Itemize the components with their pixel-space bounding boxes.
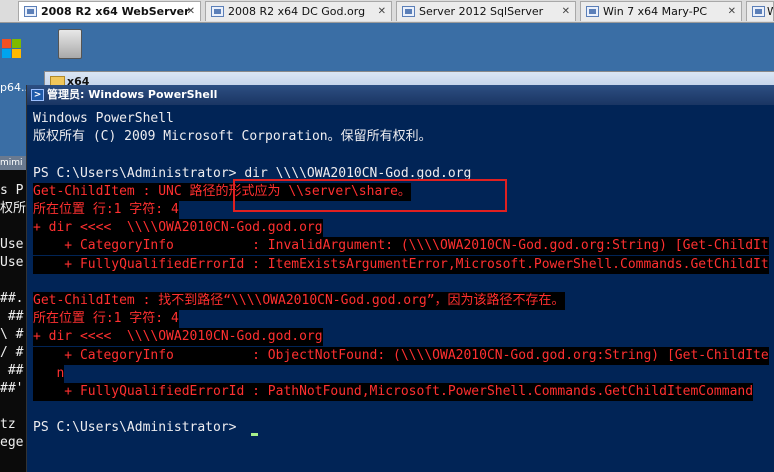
powershell-titlebar[interactable]: > 管理员: Windows PowerShell — [27, 85, 774, 105]
background-console-line: tz — [0, 417, 16, 432]
console-line: Windows PowerShell — [33, 111, 174, 126]
powershell-title: 管理员: Windows PowerShell — [47, 88, 218, 101]
background-console-line — [0, 398, 26, 416]
background-console-line — [0, 272, 26, 290]
powershell-icon: > — [31, 89, 44, 101]
background-console-line: \ # — [0, 327, 24, 342]
vm-icon — [752, 6, 765, 17]
tab-2008-r2-dc[interactable]: 2008 R2 x64 DC God.org ✕ — [205, 1, 392, 21]
tab-label: W — [767, 5, 773, 18]
background-console-line: ## — [0, 363, 24, 378]
background-console-line: s P — [0, 183, 24, 198]
error-line: + dir <<<< \\\\OWA2010CN-God.god.org — [33, 328, 323, 347]
tab-label: Win 7 x64 Mary-PC — [603, 5, 708, 18]
error-line: Get-ChildItem : 找不到路径“\\\\OWA2010CN-God.… — [33, 292, 565, 310]
close-icon[interactable]: ✕ — [562, 2, 570, 21]
powershell-window[interactable]: > 管理员: Windows PowerShell Windows PowerS… — [26, 85, 774, 472]
console-line: 版权所有 (C) 2009 Microsoft Corporation。保留所有… — [33, 129, 432, 145]
error-line: + FullyQualifiedErrorId : ItemExistsArgu… — [33, 255, 769, 274]
tab-server-2012-sqlserver[interactable]: Server 2012 SqlServer ✕ — [396, 1, 576, 21]
command-highlight-box — [233, 179, 507, 212]
vm-icon — [211, 6, 224, 17]
background-console-line: / # — [0, 345, 24, 360]
background-console-line: Use — [0, 255, 24, 270]
console-line: PS C:\Users\Administrator> — [33, 420, 245, 436]
error-line: + FullyQualifiedErrorId : PathNotFound,M… — [33, 383, 754, 401]
tab-win7-mary-pc[interactable]: Win 7 x64 Mary-PC ✕ — [580, 1, 742, 21]
close-icon[interactable]: ✕ — [378, 2, 386, 21]
tab-label: 2008 R2 x64 DC God.org — [228, 5, 366, 18]
close-icon[interactable]: ✕ — [728, 2, 736, 21]
background-console-line: ##' — [0, 381, 24, 396]
error-line: + dir <<<< \\\\OWA2010CN-God.god.org — [33, 219, 323, 238]
background-console-text: s P 权所 Use Use ##. ## \ # / # ## ##' tz ege — [0, 182, 26, 452]
vm-icon — [586, 6, 599, 17]
vm-icon — [402, 6, 415, 17]
background-console-line: Use — [0, 237, 24, 252]
tab-label: 2008 R2 x64 WebServer — [41, 5, 190, 18]
error-line: n — [33, 364, 65, 383]
console-output[interactable]: Windows PowerShell 版权所有 (C) 2009 Microsof… — [33, 110, 774, 472]
background-console-line: 权所 — [0, 201, 27, 216]
text-cursor — [251, 433, 258, 437]
error-line: + CategoryInfo : InvalidArgument: (\\\\O… — [33, 237, 769, 256]
background-console-line — [0, 218, 26, 236]
error-line: + CategoryInfo : ObjectNotFound: (\\\\OW… — [33, 346, 769, 365]
vm-tab-bar: 2008 R2 x64 WebServer ✕ 2008 R2 x64 DC G… — [0, 0, 774, 23]
tab-label: Server 2012 SqlServer — [419, 5, 544, 18]
vm-icon — [24, 6, 37, 17]
close-icon[interactable]: ✕ — [187, 2, 195, 21]
tab-2008-r2-webserver[interactable]: 2008 R2 x64 WebServer ✕ — [18, 1, 201, 21]
error-line: 所在位置 行:1 字符: 4 — [33, 201, 179, 219]
server-icon[interactable] — [58, 29, 82, 59]
tab-overflow[interactable]: W — [746, 1, 774, 21]
background-console-line: ##. — [0, 291, 24, 306]
background-console-line: ege — [0, 435, 24, 450]
windows-logo-icon[interactable] — [0, 37, 24, 63]
background-console-line: ## — [0, 309, 24, 324]
error-line: 所在位置 行:1 字符: 4 — [33, 310, 179, 329]
